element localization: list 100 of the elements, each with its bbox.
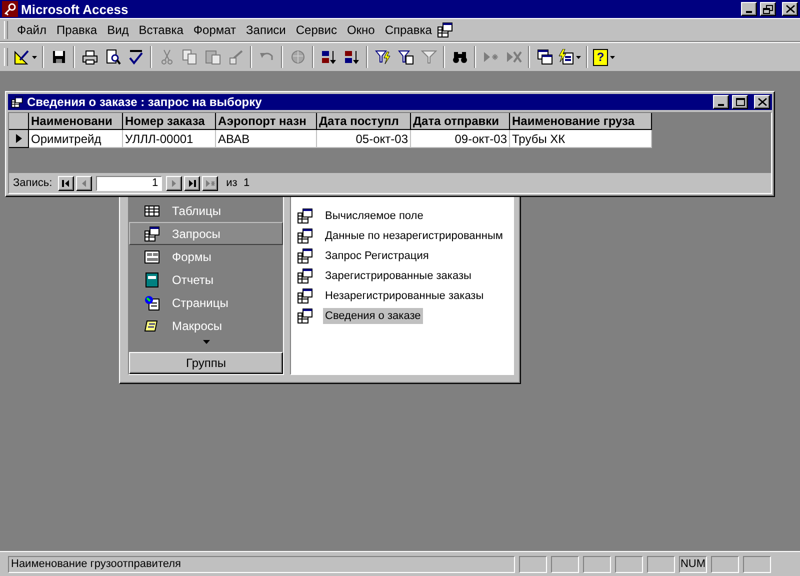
binoculars-icon xyxy=(452,49,468,65)
table-cell: Трубы ХК xyxy=(510,130,652,148)
list-item[interactable]: Вычисляемое поле xyxy=(323,208,426,224)
query-icon[interactable] xyxy=(436,22,453,38)
groups-button[interactable]: Группы xyxy=(129,352,283,374)
max-button[interactable] xyxy=(732,95,748,109)
list-item[interactable]: Запрос Регистрация xyxy=(323,248,431,264)
close-button[interactable] xyxy=(782,2,798,16)
status-panel xyxy=(743,556,771,572)
menu-item[interactable]: Окно xyxy=(342,21,380,39)
menu-item[interactable]: Правка xyxy=(52,21,102,39)
group-label: Отчеты xyxy=(172,272,214,286)
record-label: Запись: xyxy=(13,177,52,189)
status-panel xyxy=(711,556,739,572)
magnifier-page-icon xyxy=(104,49,120,65)
menu-item[interactable]: Формат xyxy=(188,21,242,39)
query-icon xyxy=(144,226,160,242)
status-indicator: NUM xyxy=(679,556,707,572)
current-row-icon xyxy=(16,134,22,143)
list-item[interactable]: Незарегистрированные заказы xyxy=(323,288,486,304)
query-icon xyxy=(297,228,313,244)
brush-icon xyxy=(228,49,244,65)
table-cell: УЛЛЛ-00001 xyxy=(123,130,216,148)
status-panel xyxy=(583,556,611,572)
play-cross-icon xyxy=(506,49,522,65)
column-header[interactable]: Аэропорт назн xyxy=(216,113,317,130)
lightning-form-icon xyxy=(558,49,574,65)
status-panel xyxy=(615,556,643,572)
table-cell: 05-окт-03 xyxy=(317,130,411,148)
funnel-lightning-icon xyxy=(374,49,390,65)
column-header[interactable]: Наименовани xyxy=(29,113,123,130)
list-item[interactable]: Зарегистрированные заказы xyxy=(323,268,474,284)
min-button[interactable] xyxy=(713,95,729,109)
toolbar-button[interactable]: ? xyxy=(591,46,617,68)
query-icon xyxy=(297,248,313,264)
navigation-button[interactable] xyxy=(58,176,74,190)
min-button[interactable] xyxy=(741,2,757,16)
column-header[interactable]: Дата поступл xyxy=(317,113,411,130)
group-label: Запросы xyxy=(172,226,220,240)
new-record-icon xyxy=(205,178,216,188)
minimize-icon xyxy=(746,11,752,13)
group-label: Таблицы xyxy=(172,204,222,218)
windows-icon xyxy=(536,49,552,65)
menu-item[interactable]: Вставка xyxy=(134,21,188,39)
column-header[interactable]: Дата отправки xyxy=(411,113,510,130)
group-label: Страницы xyxy=(172,296,228,310)
query-icon xyxy=(297,268,313,284)
menu-item[interactable]: Файл xyxy=(12,21,52,39)
query-icon xyxy=(297,208,313,224)
object-group[interactable]: Отчеты xyxy=(129,268,283,291)
check-mark-icon xyxy=(128,49,144,65)
query-icon xyxy=(297,308,313,324)
table-cell: АВАВ xyxy=(216,130,317,148)
close-button[interactable] xyxy=(754,95,770,109)
restore-button[interactable] xyxy=(760,2,776,16)
object-group[interactable]: Макросы xyxy=(129,314,283,337)
book-icon xyxy=(144,272,160,288)
play-star-icon xyxy=(482,49,498,65)
column-header[interactable]: Номер заказа xyxy=(123,113,216,130)
row-selector[interactable] xyxy=(9,130,29,148)
table-icon xyxy=(144,202,160,218)
table-cell: Оримитрейд xyxy=(29,130,123,148)
globe-icon xyxy=(290,49,306,65)
menu-item[interactable]: Справка xyxy=(380,21,437,39)
window-title: Microsoft Access xyxy=(21,2,130,16)
corner-cell xyxy=(9,113,29,130)
menu-item[interactable]: Записи xyxy=(241,21,291,39)
clipboard-icon xyxy=(204,49,220,65)
sort-descending-icon xyxy=(344,49,360,65)
minimize-icon xyxy=(718,104,724,106)
status-panel xyxy=(551,556,579,572)
help-icon: ? xyxy=(593,48,608,66)
record-count: из 1 xyxy=(226,177,250,189)
group-label: Формы xyxy=(172,250,212,264)
list-item[interactable]: Данные по незарегистрированным xyxy=(323,228,505,244)
record-number-field[interactable]: 1 xyxy=(96,176,162,190)
table-cell: 09-окт-03 xyxy=(411,130,510,148)
window-title: Сведения о заказе : запрос на выборку xyxy=(27,95,263,109)
group-label: Макросы xyxy=(172,318,222,332)
menu-item[interactable]: Сервис xyxy=(290,21,342,39)
funnel-icon xyxy=(420,49,436,65)
first-record-icon xyxy=(61,178,72,188)
status-panel xyxy=(519,556,547,572)
scroll-icon xyxy=(144,318,160,334)
object-group[interactable]: Таблицы xyxy=(129,199,283,222)
column-header[interactable]: Наименование груза xyxy=(510,113,652,130)
close-icon xyxy=(786,5,794,13)
scissors-icon xyxy=(158,49,174,65)
scroll-down-icon[interactable] xyxy=(202,340,210,344)
list-item[interactable]: Сведения о заказе xyxy=(323,308,423,324)
restore-icon xyxy=(763,4,773,14)
object-group[interactable]: Формы xyxy=(129,245,283,268)
funnel-form-icon xyxy=(398,49,414,65)
maximize-icon xyxy=(736,98,744,106)
navigation-button[interactable] xyxy=(184,176,200,190)
object-group[interactable]: Страницы xyxy=(129,291,283,314)
ruler-pencil-icon xyxy=(14,49,30,65)
printer-icon xyxy=(82,49,98,65)
menu-item[interactable]: Вид xyxy=(102,21,134,39)
sort-ascending-icon xyxy=(320,49,336,65)
